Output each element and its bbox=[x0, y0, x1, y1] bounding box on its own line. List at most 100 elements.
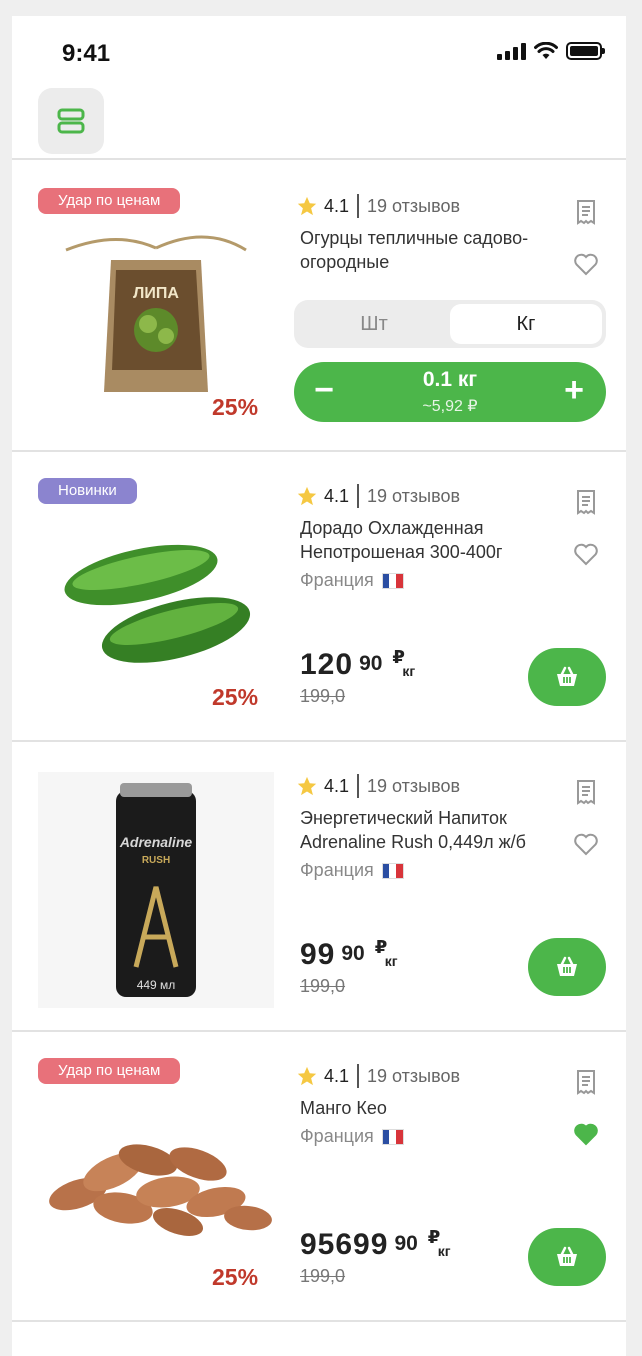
package-label: ЛИПА bbox=[133, 285, 179, 302]
heart-icon[interactable] bbox=[572, 540, 600, 568]
rating-separator bbox=[357, 484, 360, 508]
basket-icon bbox=[557, 666, 577, 686]
price: 120 90 ₽ кг bbox=[300, 648, 415, 682]
price-main: 95699 bbox=[300, 1228, 389, 1261]
energy-can-image: Adrenaline RUSH 449 мл bbox=[116, 783, 196, 997]
product-title[interactable]: Огурцы тепличные садово-огородные bbox=[300, 226, 560, 274]
product-actions bbox=[572, 488, 600, 592]
quantity-stepper: − 0.1 кг ~5,92 ₽ + bbox=[294, 362, 606, 422]
status-time: 9:41 bbox=[62, 40, 111, 67]
discount-label: 25% bbox=[212, 394, 259, 420]
rating-separator bbox=[357, 774, 360, 798]
product-image[interactable] bbox=[38, 482, 274, 718]
old-price: 199,0 bbox=[300, 976, 346, 996]
rating-value: 4.1 bbox=[324, 485, 350, 506]
product-actions bbox=[572, 1068, 600, 1172]
signal-icon bbox=[497, 42, 526, 60]
cucumber-image bbox=[64, 544, 251, 663]
view-toggle-button[interactable] bbox=[38, 88, 104, 154]
discount-label: 25% bbox=[212, 684, 259, 710]
reviews-link[interactable]: 19 отзывов bbox=[367, 776, 460, 797]
product-title[interactable]: Манго Кео bbox=[300, 1096, 560, 1120]
star-icon bbox=[297, 1066, 317, 1086]
price-cents: 90 bbox=[359, 652, 383, 675]
wifi-icon bbox=[534, 42, 558, 59]
heart-filled-icon[interactable] bbox=[572, 1120, 600, 1148]
tea-package-image: ЛИПА bbox=[65, 235, 247, 392]
toolbar bbox=[12, 88, 626, 160]
rating-value: 4.1 bbox=[324, 775, 350, 796]
basket-icon bbox=[557, 956, 577, 976]
product-origin: Франция bbox=[300, 860, 404, 881]
france-flag-icon bbox=[381, 862, 404, 879]
product-origin: Франция bbox=[300, 1126, 404, 1147]
receipt-icon[interactable] bbox=[572, 198, 600, 226]
unit-toggle: Шт Кг bbox=[294, 300, 606, 348]
list-view-icon bbox=[57, 108, 85, 134]
add-to-cart-button[interactable] bbox=[528, 648, 606, 706]
old-price: 199,0 bbox=[300, 1266, 346, 1286]
add-to-cart-button[interactable] bbox=[528, 938, 606, 996]
rating: 4.1 19 отзывов bbox=[296, 194, 460, 218]
status-icons bbox=[497, 42, 605, 60]
app-screen: 9:41 ЛИПА Удар по ценам 25% 4.1 19 отзыв… bbox=[12, 16, 626, 1356]
product-title[interactable]: Дорадо Охлажденная Непотрошеная 300-400г bbox=[300, 516, 560, 564]
origin-country: Франция bbox=[300, 860, 374, 880]
unit-option-kg[interactable]: Кг bbox=[450, 304, 602, 344]
divider bbox=[12, 1320, 626, 1322]
rating: 4.1 19 отзывов bbox=[296, 1064, 460, 1088]
can-sub: RUSH bbox=[142, 855, 170, 866]
product-card[interactable]: ЛИПА Удар по ценам 25% 4.1 19 отзывов Ог… bbox=[12, 162, 626, 450]
price-cents: 90 bbox=[341, 942, 365, 965]
price-main: 120 bbox=[300, 648, 354, 681]
star-icon bbox=[297, 776, 317, 796]
origin-country: Франция bbox=[300, 1126, 374, 1146]
almonds-image bbox=[49, 1144, 272, 1236]
rating: 4.1 19 отзывов bbox=[296, 484, 460, 508]
add-to-cart-button[interactable] bbox=[528, 1228, 606, 1286]
price-main: 99 bbox=[300, 938, 336, 971]
reviews-link[interactable]: 19 отзывов bbox=[367, 1066, 460, 1087]
price-unit: ₽ кг bbox=[392, 648, 416, 679]
receipt-icon[interactable] bbox=[572, 488, 600, 516]
product-image[interactable]: Adrenaline RUSH 449 мл bbox=[38, 772, 274, 1008]
receipt-icon[interactable] bbox=[572, 1068, 600, 1096]
product-card[interactable]: Новинки 25% 4.1 19 отзывов Дорадо Охлажд… bbox=[12, 452, 626, 740]
basket-icon bbox=[557, 1246, 577, 1266]
product-actions bbox=[572, 198, 600, 302]
product-card[interactable]: Adrenaline RUSH 449 мл 4.1 19 отзывов Эн… bbox=[12, 742, 626, 1030]
rating: 4.1 19 отзывов bbox=[296, 774, 460, 798]
promo-badge: Удар по ценам bbox=[38, 1058, 181, 1084]
star-icon bbox=[297, 196, 317, 216]
rating-separator bbox=[357, 194, 360, 218]
product-title[interactable]: Энергетический Напиток Adrenaline Rush 0… bbox=[300, 806, 560, 854]
price-cents: 90 bbox=[394, 1232, 418, 1255]
france-flag-icon bbox=[381, 572, 404, 589]
origin-country: Франция bbox=[300, 570, 374, 590]
product-image[interactable]: ЛИПА bbox=[38, 192, 274, 428]
product-image[interactable] bbox=[38, 1062, 274, 1298]
unit-label: кг bbox=[437, 1243, 451, 1259]
old-price: 199,0 bbox=[300, 686, 346, 706]
product-card[interactable]: Удар по ценам 25% 4.1 19 отзывов Манго К… bbox=[12, 1032, 626, 1320]
reviews-link[interactable]: 19 отзывов bbox=[367, 196, 460, 217]
heart-icon[interactable] bbox=[572, 830, 600, 858]
reviews-link[interactable]: 19 отзывов bbox=[367, 486, 460, 507]
product-actions bbox=[572, 778, 600, 882]
rating-separator bbox=[357, 1064, 360, 1088]
can-brand: Adrenaline bbox=[119, 834, 193, 850]
price-unit: ₽ кг bbox=[375, 938, 398, 969]
status-bar: 9:41 bbox=[12, 16, 626, 88]
increase-button[interactable]: + bbox=[554, 370, 594, 410]
promo-badge: Удар по ценам bbox=[38, 188, 181, 214]
unit-label: кг bbox=[384, 953, 398, 969]
rating-value: 4.1 bbox=[324, 1065, 350, 1086]
battery-icon bbox=[566, 42, 605, 60]
discount-label: 25% bbox=[212, 1264, 259, 1290]
can-volume: 449 мл bbox=[137, 978, 176, 992]
unit-label: кг bbox=[402, 663, 416, 679]
heart-icon[interactable] bbox=[572, 250, 600, 278]
receipt-icon[interactable] bbox=[572, 778, 600, 806]
star-icon bbox=[297, 486, 317, 506]
unit-option-pieces[interactable]: Шт bbox=[298, 304, 450, 344]
